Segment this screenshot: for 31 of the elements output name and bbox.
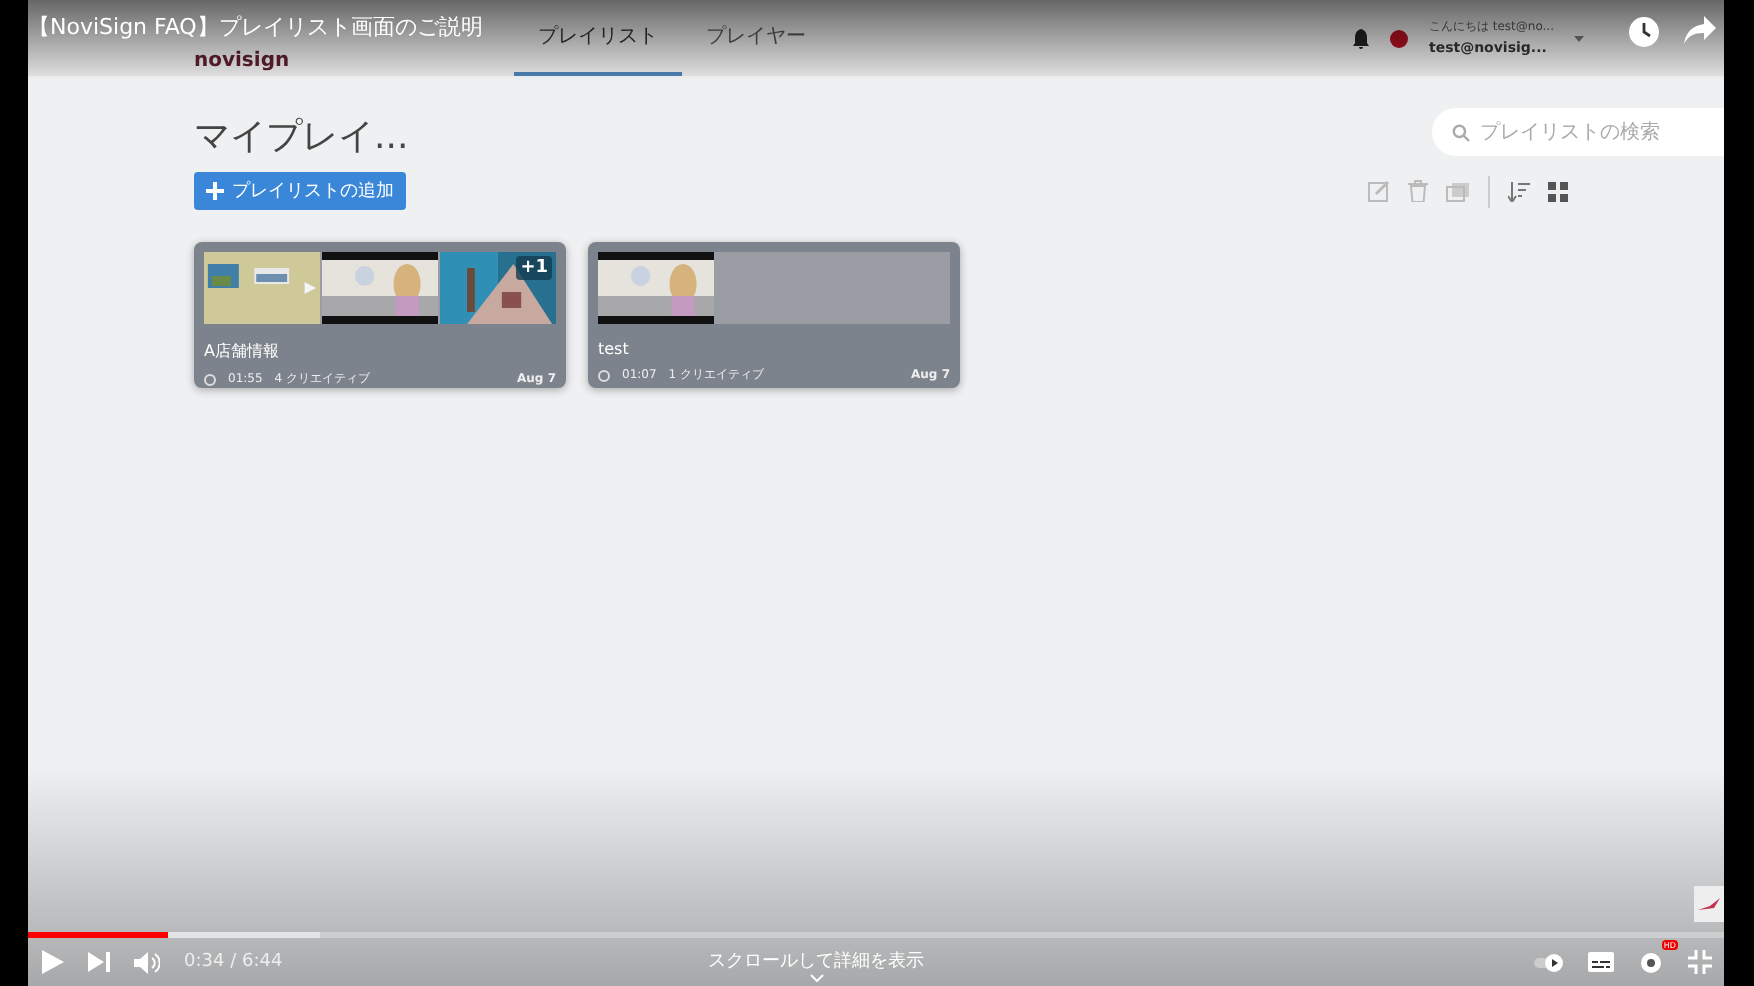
grid-icon[interactable] <box>1548 181 1568 201</box>
page-title: マイプレイ... <box>194 114 409 160</box>
search-field[interactable]: プレイリストの検索 <box>1432 108 1724 156</box>
video-title[interactable]: 【NoviSign FAQ】プレイリスト画面のご説明 <box>28 12 483 42</box>
scroll-hint[interactable]: スクロールして詳細を表示 <box>708 948 924 974</box>
add-playlist-button[interactable]: プレイリストの追加 <box>194 172 406 210</box>
autoplay-toggle[interactable] <box>1532 953 1564 971</box>
play-button[interactable] <box>40 950 64 974</box>
time-display: 0:34 / 6:44 <box>184 952 283 972</box>
more-count: +1 <box>516 256 552 280</box>
subtitles-button[interactable] <box>1588 952 1614 972</box>
search-icon <box>1452 124 1470 142</box>
chevron-icon[interactable] <box>809 974 823 982</box>
trash-icon[interactable] <box>1408 180 1428 202</box>
bell-icon[interactable] <box>1352 27 1371 49</box>
playlist-name: test <box>598 340 631 358</box>
playlist-name: A店舗情報 <box>204 340 281 362</box>
share-icon[interactable] <box>1684 16 1716 44</box>
avatar[interactable] <box>1390 29 1409 47</box>
edit-icon[interactable] <box>1368 180 1390 202</box>
exit-fullscreen-button[interactable] <box>1688 950 1712 974</box>
logo: novisign <box>194 49 290 71</box>
copy-icon[interactable] <box>1446 181 1470 201</box>
nav-tab[interactable]: プレイヤー <box>682 0 830 76</box>
settings-button[interactable] <box>1638 949 1664 975</box>
plus-icon <box>206 182 224 200</box>
sort-icon[interactable] <box>1508 181 1530 201</box>
caret-icon[interactable] <box>1574 35 1584 41</box>
next-button[interactable] <box>88 952 110 972</box>
volume-button[interactable] <box>134 951 160 973</box>
nav-tab[interactable]: プレイリスト <box>514 0 682 76</box>
